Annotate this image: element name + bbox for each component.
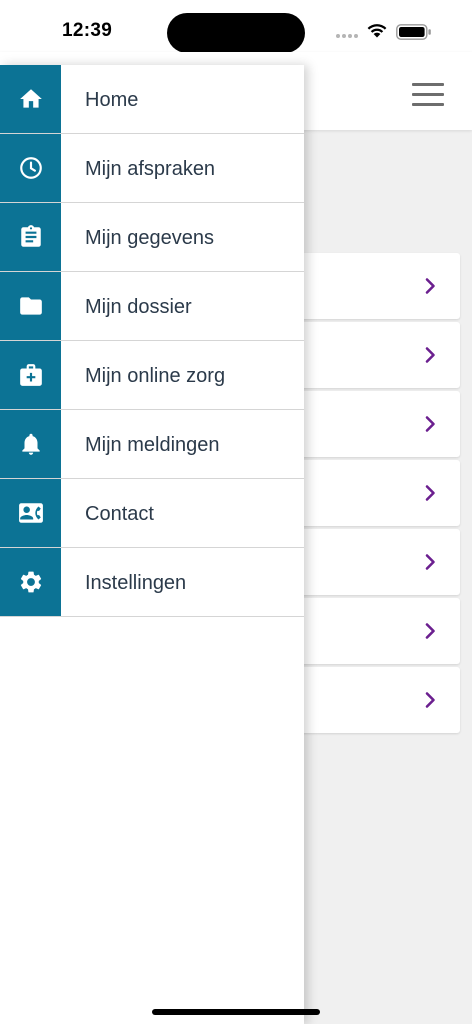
nav-item-mijn-online-zorg[interactable]: Mijn online zorg [0, 341, 304, 410]
clock-icon [0, 134, 61, 202]
nav-item-home[interactable]: Home [0, 65, 304, 134]
nav-item-label: Mijn gegevens [85, 227, 214, 249]
chevron-right-icon [425, 623, 435, 639]
nav-item-label: Mijn afspraken [85, 158, 216, 180]
medical-kit-icon [0, 341, 61, 409]
nav-item-label: Mijn dossier [85, 296, 192, 318]
battery-icon [396, 24, 431, 40]
cellular-signal-icon [336, 34, 358, 38]
nav-item-mijn-meldingen[interactable]: Mijn meldingen [0, 410, 304, 479]
nav-item-label: Home [85, 89, 139, 111]
nav-item-mijn-afspraken[interactable]: Mijn afspraken [0, 134, 304, 203]
chevron-right-icon [425, 347, 435, 363]
hamburger-menu-icon[interactable] [412, 83, 444, 107]
clipboard-icon [0, 203, 61, 271]
chevron-right-icon [425, 554, 435, 570]
status-bar: 12:39 [0, 0, 472, 53]
status-time: 12:39 [62, 20, 113, 41]
dynamic-island [167, 13, 305, 53]
folder-icon [0, 272, 61, 340]
nav-item-label: Contact [85, 503, 154, 525]
navigation-drawer: Home Mijn afspraken Mijn gegevens Mijn doss… [0, 65, 304, 1024]
home-icon [0, 65, 61, 133]
nav-item-contact[interactable]: Contact [0, 479, 304, 548]
nav-item-label: Mijn online zorg [85, 365, 226, 387]
nav-item-mijn-gegevens[interactable]: Mijn gegevens [0, 203, 304, 272]
nav-item-label: Mijn meldingen [85, 434, 220, 456]
gear-icon [0, 548, 61, 616]
nav-item-instellingen[interactable]: Instellingen [0, 548, 304, 617]
wifi-icon [367, 24, 387, 38]
contact-card-icon [0, 479, 61, 547]
nav-item-label: Instellingen [85, 572, 187, 594]
chevron-right-icon [425, 278, 435, 294]
nav-item-mijn-dossier[interactable]: Mijn dossier [0, 272, 304, 341]
bell-icon [0, 410, 61, 478]
home-indicator[interactable] [152, 1009, 320, 1015]
chevron-right-icon [425, 692, 435, 708]
chevron-right-icon [425, 485, 435, 501]
chevron-right-icon [425, 416, 435, 432]
